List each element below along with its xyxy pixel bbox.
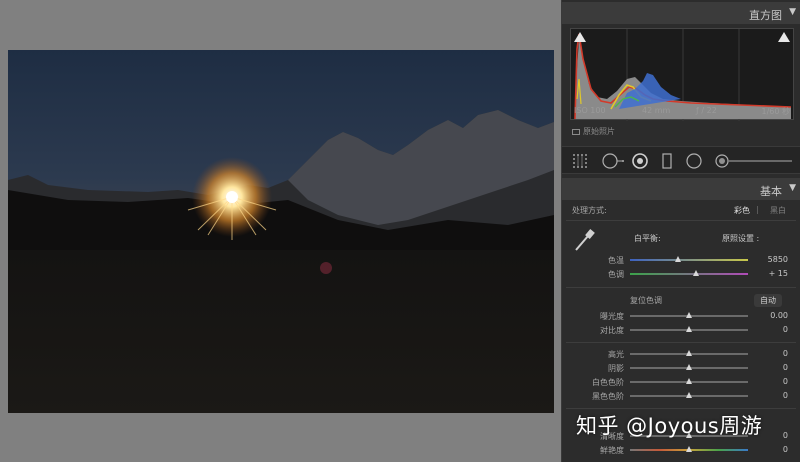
contrast-slider[interactable] <box>630 326 748 332</box>
treatment-divider: | <box>756 205 759 214</box>
original-photo-checkbox[interactable]: 原始照片 <box>572 126 615 137</box>
treatment-label: 处理方式: <box>572 206 607 215</box>
collapse-arrow-icon[interactable]: ▼ <box>789 183 796 193</box>
saturation-label: 鲜艳度 <box>600 446 624 455</box>
slider-thumb[interactable] <box>686 392 692 398</box>
reset-tone-label[interactable]: 复位色调 <box>630 295 662 306</box>
tint-value[interactable]: + 15 <box>769 269 788 278</box>
exif-iso: ISO 100 <box>574 106 606 115</box>
contrast-value[interactable]: 0 <box>783 325 788 334</box>
adjustment-brush-icon[interactable] <box>714 153 794 169</box>
slider-thumb[interactable] <box>686 326 692 332</box>
redeye-icon[interactable] <box>632 153 648 169</box>
divider <box>566 220 796 221</box>
temp-slider[interactable] <box>630 256 748 262</box>
exif-aperture: ƒ / 22 <box>696 106 717 115</box>
watermark-text: 知乎 @Joyous周游 <box>576 414 763 438</box>
slider-thumb[interactable] <box>686 350 692 356</box>
whites-slider[interactable] <box>630 378 748 384</box>
original-photo-label: 原始照片 <box>583 127 615 136</box>
contrast-label: 对比度 <box>600 326 624 335</box>
clarity-value[interactable]: 0 <box>783 431 788 440</box>
blacks-value[interactable]: 0 <box>783 391 788 400</box>
slider-thumb[interactable] <box>686 312 692 318</box>
sunset-photo[interactable] <box>8 50 554 413</box>
treatment-bw-option[interactable]: 黑白 <box>770 205 786 216</box>
basic-header[interactable]: 基本 ▼ <box>562 178 800 200</box>
crop-grid-icon[interactable] <box>572 153 588 169</box>
slider-thumb[interactable] <box>693 270 699 276</box>
slider-thumb[interactable] <box>675 256 681 262</box>
auto-tone-button[interactable]: 自动 <box>754 294 782 307</box>
develop-panel: 直方图 ▼ ISO 100 42 mm ƒ / 22 1/60 秒 原始照片 基… <box>562 0 800 462</box>
highlights-label: 高光 <box>608 350 624 359</box>
exif-focal-length: 42 mm <box>642 106 671 115</box>
blacks-label: 黑色色阶 <box>592 392 624 401</box>
exif-shutter: 1/60 秒 <box>761 107 790 116</box>
saturation-value[interactable]: 0 <box>783 445 788 454</box>
slider-thumb[interactable] <box>686 364 692 370</box>
checkbox-icon[interactable] <box>572 128 580 135</box>
basic-title: 基本 <box>760 185 782 198</box>
tool-strip <box>562 146 800 174</box>
treatment-color-option[interactable]: 彩色 <box>734 205 750 216</box>
wb-preset-select[interactable]: 原照设置 : <box>722 233 759 244</box>
tint-slider[interactable] <box>630 270 748 276</box>
slider-thumb[interactable] <box>686 446 692 452</box>
sunset-mountain-image <box>8 50 554 413</box>
shadows-slider[interactable] <box>630 364 748 370</box>
exposure-label: 曝光度 <box>600 312 624 321</box>
exposure-value[interactable]: 0.00 <box>770 311 788 320</box>
graduated-filter-icon[interactable] <box>662 153 672 169</box>
photo-canvas[interactable] <box>0 0 562 462</box>
highlight-clipping-triangle-icon[interactable] <box>778 32 790 42</box>
tint-label: 色调 <box>608 270 624 279</box>
highlights-value[interactable]: 0 <box>783 349 788 358</box>
temp-label: 色温 <box>608 256 624 265</box>
collapse-arrow-icon[interactable]: ▼ <box>789 7 796 17</box>
slider-thumb[interactable] <box>686 378 692 384</box>
histogram-title: 直方图 <box>749 9 782 22</box>
histogram-header[interactable]: 直方图 ▼ <box>562 2 800 24</box>
shadows-label: 阴影 <box>608 364 624 373</box>
divider <box>566 408 796 409</box>
eyedropper-icon[interactable] <box>572 228 598 252</box>
whites-label: 白色色阶 <box>592 378 624 387</box>
radial-filter-icon[interactable] <box>686 153 702 169</box>
temp-value[interactable]: 5850 <box>768 255 788 264</box>
wb-label: 白平衡: <box>634 234 661 243</box>
divider <box>566 342 796 343</box>
spot-removal-icon[interactable] <box>602 153 624 169</box>
blacks-slider[interactable] <box>630 392 748 398</box>
whites-value[interactable]: 0 <box>783 377 788 386</box>
divider <box>566 287 796 288</box>
saturation-slider[interactable] <box>630 446 748 452</box>
exposure-slider[interactable] <box>630 312 748 318</box>
highlights-slider[interactable] <box>630 350 748 356</box>
shadow-clipping-triangle-icon[interactable] <box>574 32 586 42</box>
shadows-value[interactable]: 0 <box>783 363 788 372</box>
